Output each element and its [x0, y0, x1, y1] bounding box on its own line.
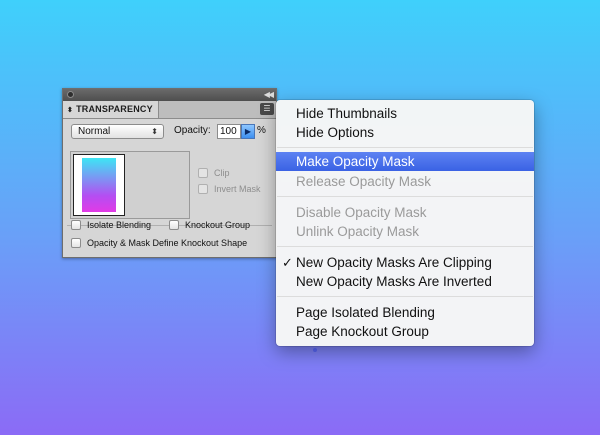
- opacity-slider-arrow-icon[interactable]: ▶: [241, 124, 255, 139]
- menu-item-label: Page Knockout Group: [296, 324, 429, 339]
- menu-separator: [277, 246, 533, 247]
- tab-title: TRANSPARENCY: [76, 104, 153, 114]
- menu-item-disable-opacity-mask[interactable]: Disable Opacity Mask: [276, 203, 534, 222]
- select-arrows-icon: ⬍: [151, 127, 158, 136]
- updown-arrows-icon: ⬍: [67, 107, 74, 114]
- menu-item-label: Disable Opacity Mask: [296, 205, 427, 220]
- menu-item-label: Unlink Opacity Mask: [296, 224, 420, 239]
- menu-item-page-isolated-blending[interactable]: Page Isolated Blending: [276, 303, 534, 322]
- menu-item-hide-thumbnails[interactable]: Hide Thumbnails: [276, 104, 534, 123]
- checkmark-icon: ✓: [282, 255, 293, 270]
- menu-item-label: Hide Options: [296, 125, 375, 140]
- menu-item-label: Release Opacity Mask: [296, 174, 432, 189]
- knockout-group-label: Knockout Group: [185, 220, 251, 230]
- menu-item-hide-options[interactable]: Hide Options: [276, 123, 534, 142]
- menu-item-new-masks-inverted[interactable]: New Opacity Masks Are Inverted: [276, 272, 534, 291]
- menu-item-release-opacity-mask[interactable]: Release Opacity Mask: [276, 172, 534, 191]
- knockout-group-checkbox[interactable]: [169, 220, 179, 230]
- menu-item-page-knockout-group[interactable]: Page Knockout Group: [276, 322, 534, 341]
- menu-item-label: New Opacity Masks Are Inverted: [296, 274, 492, 289]
- invert-mask-checkbox[interactable]: [198, 184, 208, 194]
- transparency-panel: ◀◀ ⬍ TRANSPARENCY ☰ Normal ⬍ Opacity: 100…: [62, 88, 277, 258]
- clip-checkbox[interactable]: [198, 168, 208, 178]
- menu-separator: [277, 196, 533, 197]
- opacity-mask-knockout-label: Opacity & Mask Define Knockout Shape: [87, 238, 248, 248]
- menu-item-label: Page Isolated Blending: [296, 305, 435, 320]
- tab-transparency[interactable]: ⬍ TRANSPARENCY: [63, 101, 159, 118]
- menu-item-label: New Opacity Masks Are Clipping: [296, 255, 492, 270]
- menu-item-new-masks-clipping[interactable]: ✓ New Opacity Masks Are Clipping: [276, 253, 534, 272]
- menu-item-make-opacity-mask[interactable]: Make Opacity Mask: [276, 152, 534, 171]
- panel-titlebar[interactable]: ◀◀: [63, 89, 276, 101]
- menu-item-unlink-opacity-mask[interactable]: Unlink Opacity Mask: [276, 222, 534, 241]
- menu-separator: [277, 147, 533, 148]
- artwork-thumbnail[interactable]: [73, 154, 125, 216]
- opacity-unit: %: [257, 125, 266, 136]
- panel-menu-icon[interactable]: ☰: [260, 103, 274, 115]
- opacity-label: Opacity:: [174, 125, 211, 136]
- panel-flyout-menu: Hide Thumbnails Hide Options Make Opacit…: [276, 100, 534, 346]
- blend-mode-value: Normal: [78, 126, 111, 137]
- menu-separator: [277, 296, 533, 297]
- mask-preview-area: [70, 151, 190, 219]
- menu-item-label: Make Opacity Mask: [296, 154, 415, 169]
- clip-label: Clip: [214, 168, 230, 178]
- gradient-thumbnail-image: [82, 158, 116, 212]
- invert-mask-label: Invert Mask: [214, 184, 261, 194]
- cursor-dot: [313, 348, 317, 352]
- panel-tab-row: ⬍ TRANSPARENCY ☰: [63, 101, 276, 119]
- opacity-input[interactable]: 100: [217, 124, 241, 139]
- opacity-mask-knockout-checkbox[interactable]: [71, 238, 81, 248]
- close-icon[interactable]: [67, 91, 74, 98]
- isolate-blending-checkbox[interactable]: [71, 220, 81, 230]
- menu-item-label: Hide Thumbnails: [296, 106, 398, 121]
- blend-mode-select[interactable]: Normal ⬍: [71, 124, 164, 139]
- isolate-blending-label: Isolate Blending: [87, 220, 152, 230]
- collapse-panel-icon[interactable]: ◀◀: [264, 89, 274, 101]
